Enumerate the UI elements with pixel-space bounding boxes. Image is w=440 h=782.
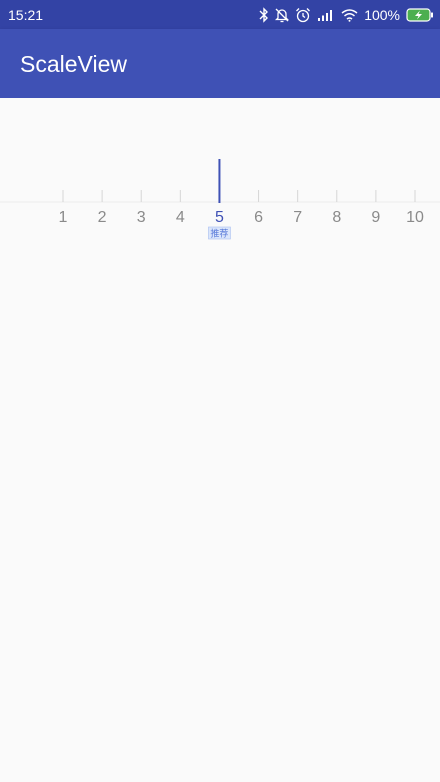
app-bar: ScaleView — [0, 29, 440, 98]
scale-label: 9 — [371, 209, 380, 226]
scale-label: 1 — [59, 209, 68, 226]
scale-label: 7 — [293, 209, 302, 226]
scale-label: 10 — [406, 209, 424, 226]
scale-label: 2 — [98, 209, 107, 226]
scale-label: 8 — [332, 209, 341, 226]
content-area: 1 2 3 4 5 6 7 8 9 10 推荐 — [0, 98, 440, 782]
battery-charging-icon — [406, 8, 434, 22]
battery-percent: 100% — [364, 7, 400, 23]
bluetooth-icon — [259, 7, 269, 23]
status-time: 15:21 — [8, 7, 44, 23]
alarm-icon — [295, 7, 311, 23]
scale-view[interactable]: 1 2 3 4 5 6 7 8 9 10 推荐 — [0, 98, 440, 258]
wifi-icon — [341, 8, 358, 22]
status-bar: 15:21 100% — [0, 0, 440, 29]
scale-label: 6 — [254, 209, 263, 226]
scale-label: 4 — [176, 209, 185, 226]
scale-label: 5 — [215, 209, 224, 226]
app-title: ScaleView — [20, 51, 127, 77]
scale-label: 3 — [137, 209, 146, 226]
status-icons: 100% — [259, 5, 434, 25]
recommend-badge-label: 推荐 — [210, 228, 228, 240]
signal-icon — [317, 8, 335, 22]
bell-off-icon — [275, 7, 290, 23]
